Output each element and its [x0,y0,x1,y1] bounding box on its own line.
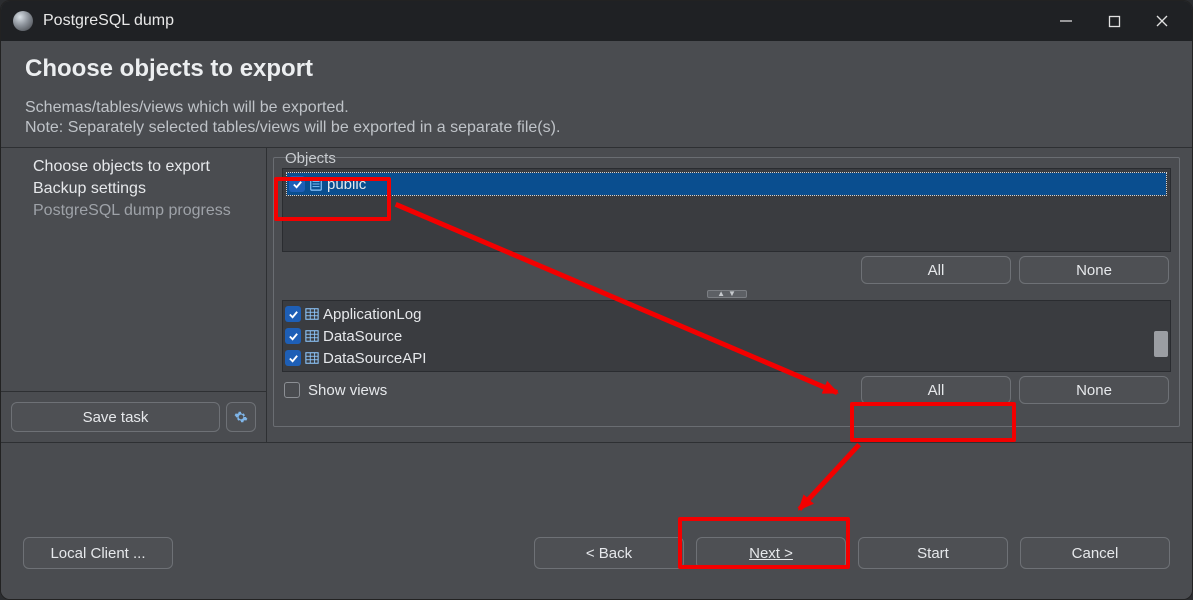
table-item-label: DataSourceAPI [323,350,426,367]
app-icon [13,11,33,31]
table-icon [305,351,319,365]
save-task-button[interactable]: Save task [11,402,220,432]
objects-group-box: public All None ▲▼ Applica [273,157,1180,427]
wizard-header: Choose objects to export Schemas/tables/… [1,41,1192,147]
table-checkbox[interactable] [285,350,301,366]
schema-all-button[interactable]: All [861,256,1011,284]
objects-panel: Objects public All None [267,148,1192,442]
show-views-label: Show views [308,382,387,399]
schema-list[interactable]: public [282,168,1171,252]
cancel-button[interactable]: Cancel [1020,537,1170,569]
wizard-steps: Choose objects to export Backup settings… [1,148,267,442]
back-button[interactable]: < Back [534,537,684,569]
step-backup-settings[interactable]: Backup settings [1,178,266,200]
schema-icon [309,177,323,191]
check-icon [288,331,299,342]
table-list[interactable]: ApplicationLog DataSource DataSourceAPI [282,300,1171,372]
window-controls [1042,1,1186,41]
table-checkbox[interactable] [285,306,301,322]
titlebar: PostgreSQL dump [1,1,1192,41]
schema-item-label: public [327,176,366,193]
schema-checkbox[interactable] [289,176,305,192]
step-progress: PostgreSQL dump progress [1,200,266,222]
save-task-options-button[interactable] [226,402,256,432]
table-list-scrollbar[interactable] [1154,303,1168,369]
step-choose-objects[interactable]: Choose objects to export [1,156,266,178]
window-title: PostgreSQL dump [43,12,174,30]
page-desc-2: Note: Separately selected tables/views w… [25,119,1168,137]
table-item-label: DataSource [323,328,402,345]
table-none-button[interactable]: None [1019,376,1169,404]
list-splitter[interactable]: ▲▼ [282,288,1171,300]
table-checkbox[interactable] [285,328,301,344]
gear-icon [234,410,248,424]
next-button[interactable]: Next > [696,537,846,569]
objects-group-label: Objects [285,150,1180,167]
window-root: PostgreSQL dump Choose objects to export… [0,0,1193,600]
table-all-button[interactable]: All [861,376,1011,404]
local-client-button[interactable]: Local Client ... [23,537,173,569]
schema-none-button[interactable]: None [1019,256,1169,284]
table-options-row: Show views All None [282,372,1171,404]
table-item-label: ApplicationLog [323,306,421,323]
table-icon [305,329,319,343]
show-views-checkbox[interactable] [284,382,300,398]
table-item[interactable]: DataSourceAPI [283,347,1170,369]
minimize-button[interactable] [1042,1,1090,41]
maximize-button[interactable] [1090,1,1138,41]
check-icon [292,179,303,190]
page-title: Choose objects to export [25,55,1168,83]
wizard-body: Choose objects to export Backup settings… [1,147,1192,443]
table-item[interactable]: ApplicationLog [283,303,1170,325]
wizard-footer: Local Client ... < Back Next > Start Can… [1,507,1192,599]
start-button[interactable]: Start [858,537,1008,569]
page-desc-1: Schemas/tables/views which will be expor… [25,99,1168,117]
schema-select-row: All None [282,252,1171,288]
check-icon [288,309,299,320]
table-icon [305,307,319,321]
check-icon [288,353,299,364]
close-button[interactable] [1138,1,1186,41]
table-item[interactable]: DataSource [283,325,1170,347]
schema-item-public[interactable]: public [287,173,1166,195]
